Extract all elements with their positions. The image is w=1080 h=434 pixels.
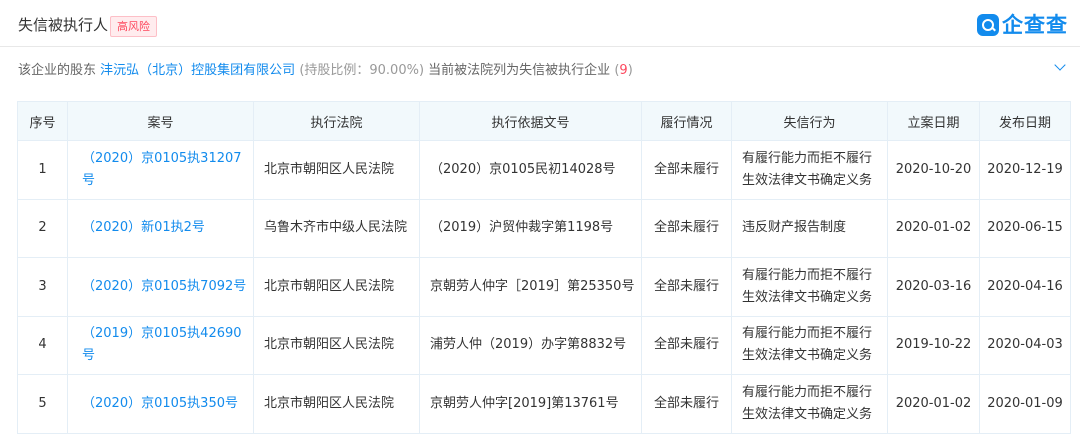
cell-performance: 全部未履行 — [641, 374, 732, 434]
cell-basis-doc: （2020）京0105民初14028号 — [419, 140, 642, 200]
col-header-index: 序号 — [17, 101, 68, 141]
table-header-row: 序号 案号 执行法院 执行依据文号 履行情况 失信行为 立案日期 发布日期 — [17, 101, 1071, 141]
cell-behavior: 有履行能力而拒不履行生效法律文书确定义务 — [731, 315, 888, 375]
share-ratio: (持股比例：90.00%) — [299, 63, 425, 78]
summary-middle: 当前被法院列为失信被执行企业 — [428, 63, 611, 78]
cell-court: 乌鲁木齐市中级人民法院 — [253, 198, 420, 258]
col-header-filing-date: 立案日期 — [887, 101, 980, 141]
cell-filing-date: 2020-10-20 — [887, 140, 980, 200]
cell-filing-date: 2020-03-16 — [887, 257, 980, 317]
cell-basis-doc: 浦劳人仲（2019）办字第8832号 — [419, 315, 642, 375]
dishonest-count: 9 — [619, 63, 628, 78]
cell-basis-doc: （2019）沪贸仲裁字第1198号 — [419, 198, 642, 258]
cell-performance: 全部未履行 — [641, 198, 732, 258]
cell-filing-date: 2020-01-02 — [887, 198, 980, 258]
case-number-link[interactable]: （2020）新01执2号 — [67, 198, 254, 258]
section-title: 失信被执行人 — [18, 16, 109, 34]
cell-publish-date: 2020-12-19 — [979, 140, 1071, 200]
magnifier-logo-icon — [977, 14, 999, 36]
qichacha-logo[interactable]: 企查查 — [977, 12, 1068, 38]
summary-line: 该企业的股东 沣沅弘（北京）控股集团有限公司 (持股比例：90.00%) 当前被… — [18, 62, 633, 80]
table-row: 2 （2020）新01执2号 乌鲁木齐市中级人民法院 （2019）沪贸仲裁字第1… — [17, 198, 1071, 258]
case-number-link[interactable]: （2020）京0105执31207号 — [67, 140, 254, 200]
table-row: 3 （2020）京0105执7092号 北京市朝阳区人民法院 京朝劳人仲字［20… — [17, 257, 1071, 317]
case-number-link[interactable]: （2020）京0105执7092号 — [67, 257, 254, 317]
section-header: 失信被执行人 高风险 企查查 — [0, 0, 1080, 47]
cell-court: 北京市朝阳区人民法院 — [253, 315, 420, 375]
count-close: ) — [627, 63, 633, 78]
cell-performance: 全部未履行 — [641, 140, 732, 200]
col-header-performance: 履行情况 — [641, 101, 732, 141]
cell-behavior: 有履行能力而拒不履行生效法律文书确定义务 — [731, 257, 888, 317]
cell-court: 北京市朝阳区人民法院 — [253, 257, 420, 317]
cell-index: 2 — [17, 198, 68, 258]
col-header-behavior: 失信行为 — [731, 101, 888, 141]
cell-publish-date: 2020-04-16 — [979, 257, 1071, 317]
cell-behavior: 违反财产报告制度 — [731, 198, 888, 258]
cell-behavior: 有履行能力而拒不履行生效法律文书确定义务 — [731, 140, 888, 200]
cell-performance: 全部未履行 — [641, 315, 732, 375]
cell-filing-date: 2019-10-22 — [887, 315, 980, 375]
table-row: 4 （2019）京0105执42690号 北京市朝阳区人民法院 浦劳人仲（201… — [17, 315, 1071, 375]
cell-court: 北京市朝阳区人民法院 — [253, 140, 420, 200]
cell-publish-date: 2020-04-03 — [979, 315, 1071, 375]
cell-index: 4 — [17, 315, 68, 375]
dishonest-executee-table: 序号 案号 执行法院 执行依据文号 履行情况 失信行为 立案日期 发布日期 1 … — [17, 101, 1071, 434]
summary-prefix: 该企业的股东 — [18, 63, 97, 78]
cell-publish-date: 2020-01-09 — [979, 374, 1071, 434]
risk-badge: 高风险 — [110, 16, 157, 37]
case-number-link[interactable]: （2020）京0105执350号 — [67, 374, 254, 434]
cell-basis-doc: 京朝劳人仲字[2019]第13761号 — [419, 374, 642, 434]
cell-publish-date: 2020-06-15 — [979, 198, 1071, 258]
cell-basis-doc: 京朝劳人仲字［2019］第25350号 — [419, 257, 642, 317]
cell-behavior: 有履行能力而拒不履行生效法律文书确定义务 — [731, 374, 888, 434]
cell-performance: 全部未履行 — [641, 257, 732, 317]
col-header-basis-doc: 执行依据文号 — [419, 101, 642, 141]
table-row: 1 （2020）京0105执31207号 北京市朝阳区人民法院 （2020）京0… — [17, 140, 1071, 200]
logo-text: 企查查 — [1002, 13, 1068, 37]
col-header-court: 执行法院 — [253, 101, 420, 141]
cell-index: 5 — [17, 374, 68, 434]
expand-chevron-down-icon[interactable] — [1054, 60, 1068, 74]
cell-court: 北京市朝阳区人民法院 — [253, 374, 420, 434]
shareholder-link[interactable]: 沣沅弘（北京）控股集团有限公司 — [100, 63, 295, 78]
cell-index: 3 — [17, 257, 68, 317]
cell-index: 1 — [17, 140, 68, 200]
col-header-case-no: 案号 — [67, 101, 254, 141]
table-row: 5 （2020）京0105执350号 北京市朝阳区人民法院 京朝劳人仲字[201… — [17, 374, 1071, 434]
case-number-link[interactable]: （2019）京0105执42690号 — [67, 315, 254, 375]
col-header-publish-date: 发布日期 — [979, 101, 1071, 141]
cell-filing-date: 2020-01-02 — [887, 374, 980, 434]
